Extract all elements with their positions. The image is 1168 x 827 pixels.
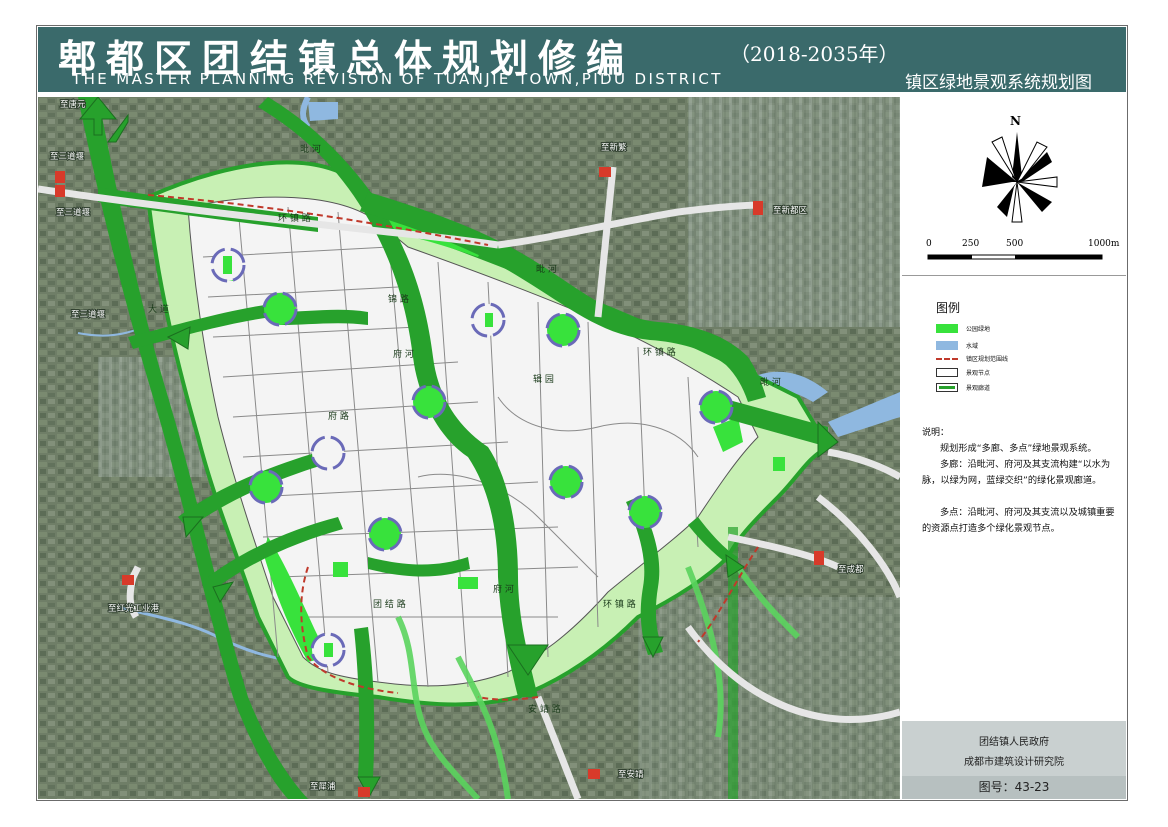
label-an-lu: 安 靖 路 [528, 703, 561, 715]
planning-period: （2018-2035年） [730, 42, 899, 66]
label-tong-yuan: 辑 园 [533, 373, 554, 385]
note-paragraph: 规划形成“多廊、多点”绿地景观系统。 [940, 443, 1097, 454]
compass-box: N 0 250 500 1000m [902, 97, 1126, 276]
map-canvas[interactable]: 至唐元 至三道堰 至三道堰 至三道堰 至新繁 至新都区 至成都 至红光工业港 至… [38, 97, 900, 799]
dest-sandaoyan-3: 至三道堰 [71, 309, 106, 320]
scale-bar [927, 254, 1103, 260]
legend-swatch-corridor [936, 382, 958, 392]
drawing-number: 图号：43-23 [902, 776, 1126, 799]
client-name: 团结镇人民政府 [979, 737, 1049, 748]
dest-sandaoyan-1: 至三道堰 [50, 151, 85, 162]
label-tuanjie-rd: 团 结 路 [373, 598, 406, 610]
label-pi-he-far: 毗 河 [760, 376, 781, 388]
dest-xipu: 至犀浦 [310, 781, 336, 792]
note-paragraph: 多廊：沿毗河、府河及其支流构建“以水为脉，以绿为网，蓝绿交织”的绿化景观廊道。 [922, 459, 1111, 486]
dest-xinfan: 至新繁 [601, 142, 627, 153]
side-panel: N 0 250 500 1000m 图例 公园绿地 水域 镇区规划范围线 景观节… [902, 97, 1126, 799]
legend-item-boundary: 镇区规划范围线 [936, 352, 1008, 364]
legend-label: 景观节点 [966, 369, 991, 377]
dest-xindu: 至新都区 [773, 205, 808, 216]
legend-swatch-park [936, 323, 958, 333]
label-pi-he-north: 毗 河 [300, 143, 321, 155]
note-paragraph: 多点：沿毗河、府河及其支流以及城镇重要的资源点打造多个绿化景观节点。 [922, 507, 1115, 534]
legend-swatch-boundary [936, 358, 958, 360]
map-svg[interactable]: 至唐元 至三道堰 至三道堰 至三道堰 至新繁 至新都区 至成都 至红光工业港 至… [38, 97, 900, 799]
drawing-title: 镇区绿地景观系统规划图 [905, 73, 1092, 93]
english-title: THE MASTER PLANNING REVISION OF TUANJIE … [72, 70, 723, 88]
notes-title: 说明： [922, 428, 950, 438]
double-arrow-icon [939, 385, 955, 389]
label-fu-he-1: 府 河 [393, 348, 414, 360]
water-pond-north [308, 102, 338, 121]
legend-item-park: 公园绿地 [936, 322, 990, 334]
label-fu-he-2: 府 河 [493, 583, 514, 595]
compass-rose-icon [982, 132, 1058, 223]
dest-anjing: 至安靖 [618, 769, 644, 780]
scale-tick-500: 500 [1006, 239, 1024, 249]
scale-tick-250: 250 [962, 239, 980, 249]
dest-tangyuan: 至唐元 [60, 99, 86, 110]
label-ring-east: 环 镇 路 [643, 346, 676, 358]
label-ring-south: 环 镇 路 [603, 598, 636, 610]
dest-hongguang: 至红光工业港 [108, 603, 160, 614]
label-jin-lu: 锦 路 [388, 293, 409, 305]
legend-swatch-node [936, 367, 958, 377]
legend-item-water: 水域 [936, 339, 978, 351]
legend-swatch-water [936, 340, 958, 350]
scale-tick-0: 0 [926, 239, 932, 249]
label-ring-north: 环 镇 路 [278, 212, 311, 224]
label-fu-lu: 府 路 [328, 410, 349, 422]
legend-item-node: 景观节点 [936, 366, 990, 378]
dest-chengdu: 至成都 [838, 564, 864, 575]
legend-title: 图例 [936, 301, 961, 315]
legend-label: 水域 [966, 342, 979, 350]
legend-item-corridor: 景观廊道 [936, 381, 990, 393]
legend-label: 镇区规划范围线 [966, 355, 1009, 363]
label-avenue: 大 道 [148, 303, 169, 315]
legend-label: 公园绿地 [966, 325, 991, 333]
label-pi-he-east: 毗 河 [536, 263, 557, 275]
legend-label: 景观廊道 [966, 384, 991, 392]
scale-tick-1000: 1000m [1088, 239, 1120, 249]
dest-sandaoyan-2: 至三道堰 [56, 207, 91, 218]
institute-name: 成都市建筑设计研究院 [964, 757, 1064, 768]
north-label: N [1010, 114, 1021, 128]
